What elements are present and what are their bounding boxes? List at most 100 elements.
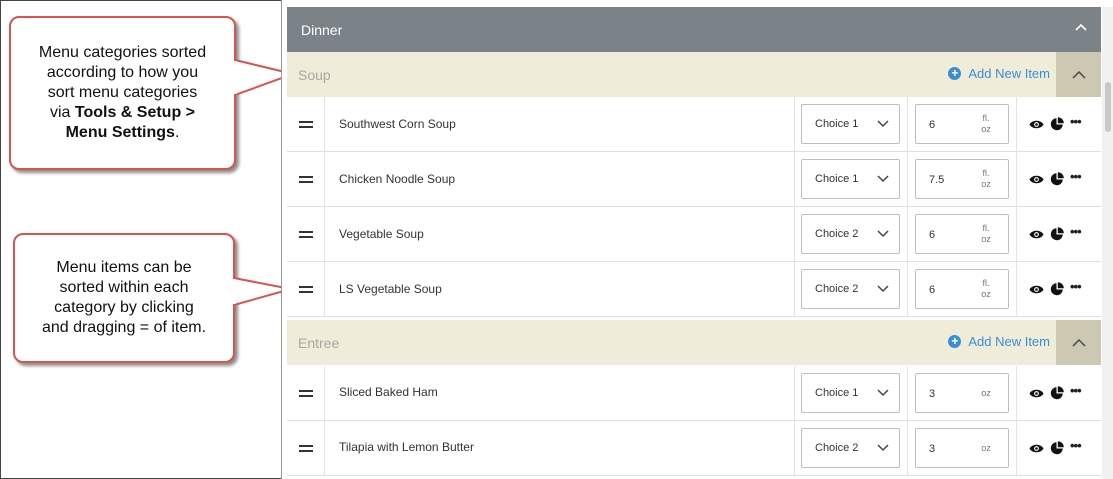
more-icon[interactable]: ••• [1070,280,1082,293]
portion-value: 3 [929,388,936,400]
choice-select[interactable]: Choice 2 [801,269,900,309]
pie-chart-icon[interactable] [1050,117,1064,131]
drag-handle-icon[interactable] [287,421,325,476]
portion-input[interactable]: 7.5 fl. oz [915,159,1009,199]
scrollbar[interactable] [1102,7,1113,479]
pie-chart-icon[interactable] [1050,282,1064,296]
eye-icon[interactable] [1029,229,1044,240]
divider [907,152,908,207]
menu-item-name: Chicken Noodle Soup [339,172,456,186]
row-actions: ••• [1029,170,1082,186]
choice-select[interactable]: Choice 2 [801,428,900,468]
menu-item-name: Southwest Corn Soup [339,117,456,131]
drag-handle-icon[interactable] [287,262,325,317]
portion-value: 6 [929,119,936,131]
more-icon[interactable]: ••• [1070,439,1082,452]
callout-menu-path-2: Menu Settings [65,124,175,141]
pie-chart-icon[interactable] [1050,441,1064,455]
divider [907,366,908,421]
add-new-item-button[interactable]: + Add New Item [948,334,1050,349]
chevron-down-icon [877,389,889,397]
divider [907,262,908,317]
divider [1016,207,1017,262]
portion-unit: fl. oz [976,160,996,198]
portion-input[interactable]: 3 oz [915,428,1009,468]
divider [794,97,795,152]
callout-line: sorted within each [59,279,189,296]
chevron-down-icon [877,230,889,238]
callout-line: category by clicking [54,299,194,316]
callout-line: and dragging = of item. [41,319,207,336]
unit-bottom: oz [981,442,991,453]
portion-input[interactable]: 3 oz [915,373,1009,413]
more-icon[interactable]: ••• [1070,384,1082,397]
callout-menu-path-1: Tools & Setup > [74,104,196,121]
menu-item-row: Southwest Corn Soup Choice 1 6 fl. oz ••• [287,97,1101,152]
menu-item-name: LS Vegetable Soup [339,282,442,296]
more-icon[interactable]: ••• [1070,170,1082,183]
eye-icon[interactable] [1029,174,1044,185]
choice-value: Choice 2 [815,228,859,240]
callout-line: Menu Settings. [39,123,206,143]
add-new-item-button[interactable]: + Add New Item [948,66,1050,81]
portion-unit: fl. oz [976,105,996,143]
eye-icon[interactable] [1029,119,1044,130]
category-header-soup[interactable]: Soup + Add New Item [287,52,1101,97]
menu-item-row: Sliced Baked Ham Choice 1 3 oz ••• [287,366,1101,421]
choice-select[interactable]: Choice 1 [801,373,900,413]
row-actions: ••• [1029,225,1082,241]
divider [907,421,908,476]
choice-value: Choice 1 [815,173,859,185]
portion-input[interactable]: 6 fl. oz [915,104,1009,144]
eye-icon[interactable] [1029,443,1044,454]
eye-icon[interactable] [1029,388,1044,399]
divider [907,207,908,262]
callout-item-sorting: Menu items can be sorted within each cat… [13,233,235,363]
more-icon[interactable]: ••• [1070,115,1082,128]
drag-handle-icon[interactable] [287,207,325,262]
pie-chart-icon[interactable] [1050,386,1064,400]
divider [907,97,908,152]
divider [1016,97,1017,152]
collapse-category-button[interactable] [1056,320,1101,365]
drag-handle-icon[interactable] [287,97,325,152]
chevron-down-icon [877,285,889,293]
plus-circle-icon: + [948,335,962,348]
unit-top: fl. [982,278,990,288]
pie-chart-icon[interactable] [1050,172,1064,186]
category-header-entree[interactable]: Entree + Add New Item [287,320,1101,365]
divider [794,152,795,207]
callout-line: according to how you [46,64,199,81]
pie-chart-icon[interactable] [1050,227,1064,241]
unit-top: fl. [982,113,990,123]
collapse-category-button[interactable] [1056,52,1101,97]
meal-header[interactable]: Dinner [287,7,1101,52]
scrollbar-thumb[interactable] [1105,82,1111,132]
row-actions: ••• [1029,280,1082,296]
chevron-up-icon [1071,338,1086,347]
choice-select[interactable]: Choice 2 [801,214,900,254]
more-icon[interactable]: ••• [1070,225,1082,238]
choice-value: Choice 2 [815,283,859,295]
menu-panel: Dinner Soup + Add New Item Southwest Cor… [281,0,1113,479]
divider [1016,152,1017,207]
portion-unit: fl. oz [976,270,996,308]
unit-bottom: oz [981,289,991,299]
unit-bottom: oz [981,179,991,189]
choice-select[interactable]: Choice 1 [801,159,900,199]
portion-input[interactable]: 6 fl. oz [915,214,1009,254]
divider [794,421,795,476]
meal-title: Dinner [301,22,343,38]
menu-item-name: Vegetable Soup [339,227,424,241]
unit-bottom: oz [981,124,991,134]
divider [1016,421,1017,476]
choice-select[interactable]: Choice 1 [801,104,900,144]
callout-line: sort menu categories [47,84,198,101]
menu-item-name: Sliced Baked Ham [339,385,438,399]
portion-input[interactable]: 6 fl. oz [915,269,1009,309]
eye-icon[interactable] [1029,284,1044,295]
chevron-up-icon[interactable] [1075,23,1087,31]
row-actions: ••• [1029,384,1082,400]
drag-handle-icon[interactable] [287,152,325,207]
drag-handle-icon[interactable] [287,366,325,421]
